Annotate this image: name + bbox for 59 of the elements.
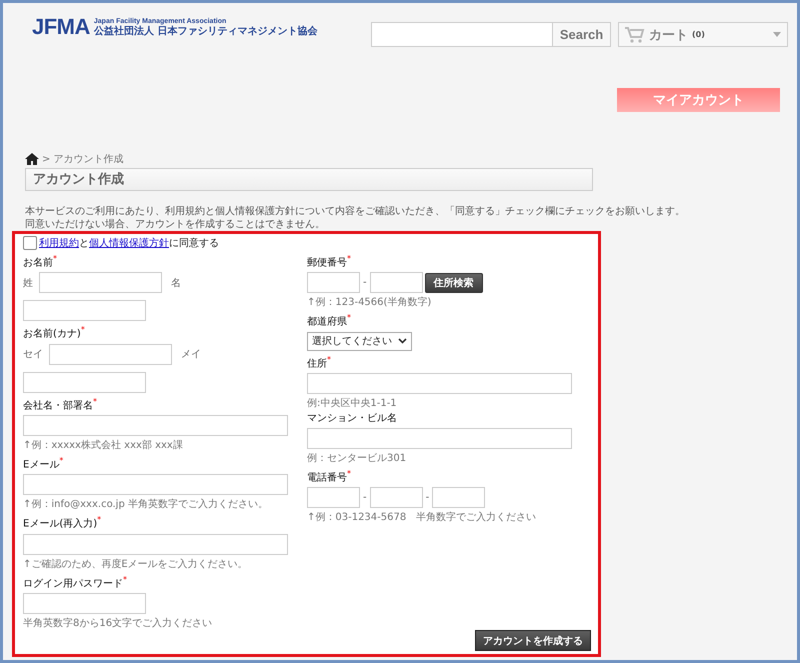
hint-text: ↑例：info@xxx.co.jp 半角英数字でご入力ください。	[23, 499, 268, 512]
input-field[interactable]	[307, 487, 360, 508]
separator-text: -	[363, 492, 367, 504]
input-field[interactable]	[370, 272, 423, 294]
field-label: お名前$^{*}$	[23, 253, 57, 270]
field-prefix: 姓	[23, 276, 33, 290]
cart-icon	[625, 26, 645, 42]
field-prefix: 名	[171, 276, 181, 290]
field-label: ログイン用パスワード$^{*}$	[23, 574, 127, 590]
hint-text: ↑例：123-4566(半角数字)	[307, 297, 432, 310]
field-label: 郵便番号$^{*}$	[307, 253, 351, 270]
breadcrumb-text: > アカウント作成	[42, 152, 124, 166]
hint-text: 例:中央区中央1-1-1	[307, 398, 397, 410]
hint-text: 例：センタービル301	[307, 453, 406, 466]
separator-text: -	[363, 277, 367, 288]
input-field[interactable]	[49, 344, 172, 365]
separator-text: -	[426, 492, 430, 504]
search-button[interactable]: Search	[553, 22, 611, 47]
search-field[interactable]	[371, 22, 553, 47]
hint-text: ↑ご確認のため、再度Eメールをご入力ください。	[23, 558, 248, 571]
field-prefix: メイ	[181, 348, 201, 362]
hint-text: ↑例：xxxxx株式会社 xxx部 xxx課	[23, 440, 183, 452]
input-field[interactable]	[307, 272, 360, 294]
field-label: お名前(カナ)$^{*}$	[23, 324, 85, 341]
prefecture-select[interactable]: 選択してください	[307, 332, 412, 351]
input-field[interactable]	[23, 534, 288, 555]
input-field[interactable]	[432, 487, 486, 508]
field-label: 電話番号$^{*}$	[307, 468, 351, 484]
input-field[interactable]	[23, 372, 146, 393]
home-icon[interactable]	[25, 152, 39, 165]
cart-dropdown[interactable]: カート (0)	[618, 22, 788, 47]
notice-text: 同意いただけない場合、アカウントを作成することはできません。	[25, 218, 326, 232]
input-field[interactable]	[307, 373, 572, 394]
field-label: 都道府県$^{*}$	[307, 312, 351, 329]
field-label: 住所$^{*}$	[307, 354, 331, 370]
input-field[interactable]	[23, 593, 146, 614]
caret-icon	[773, 32, 781, 37]
input-field[interactable]	[23, 300, 146, 322]
field-label: 会社名・部署名$^{*}$	[23, 396, 97, 412]
policy-link[interactable]: 個人情報保護方針	[89, 238, 169, 250]
input-field[interactable]	[39, 272, 162, 294]
field-prefix: セイ	[23, 348, 43, 362]
hint-text: ↑例：03-1234-5678 半角数字でご入力ください	[307, 512, 536, 524]
field-label: Eメール$^{*}$	[23, 455, 64, 472]
field-label: Eメール(再入力)$^{*}$	[23, 514, 102, 531]
notice-text: 本サービスのご利用にあたり、利用規約と個人情報保護方針について内容をご確認いただき、「同意する」チェック欄にチェックをお願いします。	[25, 205, 686, 218]
agree-text: 利用規約と個人情報保護方針に同意する	[39, 236, 219, 250]
input-field[interactable]	[370, 487, 423, 508]
address-search-button[interactable]: 住所検索	[424, 272, 483, 293]
hint-text: 半角英数字8から16文字でご入力ください	[23, 618, 212, 630]
input-field[interactable]	[23, 415, 288, 436]
input-field[interactable]	[23, 474, 288, 496]
field-label: マンション・ビル名	[307, 412, 397, 426]
input-field[interactable]	[307, 428, 572, 450]
agree-checkbox[interactable]	[23, 236, 37, 250]
page-title-bar: アカウント作成	[25, 168, 593, 192]
create-account-button[interactable]: アカウントを作成する	[475, 630, 591, 651]
policy-link[interactable]: 利用規約	[39, 238, 79, 250]
chevron-down-icon	[398, 338, 407, 344]
